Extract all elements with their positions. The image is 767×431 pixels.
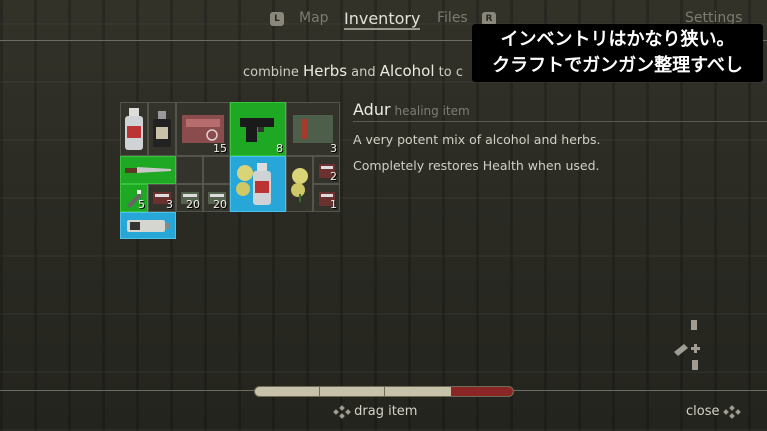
pistol-icon bbox=[240, 118, 274, 142]
item-count: 1 bbox=[330, 198, 337, 211]
controller-hint-icon bbox=[674, 320, 700, 370]
slot-pistol[interactable]: 8 bbox=[230, 102, 286, 156]
hint-alcohol: Alcohol bbox=[379, 62, 435, 80]
slot-knife[interactable] bbox=[120, 156, 176, 184]
drag-item-hint: drag item bbox=[333, 404, 418, 419]
combine-hint: combine Herbs and Alcohol to c bbox=[243, 62, 463, 80]
item-count: 15 bbox=[213, 142, 227, 155]
item-effect: Completely restores Health when used. bbox=[353, 158, 600, 173]
slot-adur-herb-bottle[interactable] bbox=[230, 156, 286, 212]
item-description: A very potent mix of alcohol and herbs. bbox=[353, 132, 601, 147]
adur-herb-bottle-icon bbox=[236, 163, 271, 205]
hint-and: and bbox=[351, 65, 376, 80]
shell-box-icon bbox=[293, 115, 333, 143]
slot-alcohol-bottle[interactable] bbox=[120, 102, 148, 156]
slot-ammo-pack[interactable]: 1 bbox=[313, 184, 340, 212]
video-caption: インベントリはかなり狭い。 クラフトでガンガン整理すべし bbox=[472, 24, 763, 82]
slot-empty[interactable] bbox=[176, 156, 203, 184]
close-hint[interactable]: close bbox=[686, 404, 741, 419]
item-count: 3 bbox=[166, 198, 173, 211]
tab-files[interactable]: Files bbox=[437, 10, 468, 26]
hint-herbs: Herbs bbox=[303, 62, 348, 80]
slot-empty[interactable] bbox=[203, 156, 230, 184]
l-button-icon[interactable]: L bbox=[270, 12, 284, 26]
item-detail-panel: Adur healing item A very potent mix of al… bbox=[353, 100, 767, 174]
inventory-grid: 15 8 3 2 5 3 20 20 1 bbox=[120, 102, 340, 239]
slot-ink-bottle[interactable] bbox=[148, 102, 176, 156]
tab-map[interactable]: Map bbox=[299, 10, 329, 26]
item-count: 8 bbox=[276, 142, 283, 155]
knife-icon bbox=[125, 167, 171, 173]
slot-syringe[interactable]: 5 bbox=[120, 184, 148, 212]
slot-herb-bundle[interactable] bbox=[286, 156, 313, 212]
health-bar bbox=[254, 386, 514, 397]
slot-ammo-box[interactable]: 3 bbox=[148, 184, 176, 212]
caption-line-2: クラフトでガンガン整理すべし bbox=[492, 55, 743, 76]
hint-suffix: to c bbox=[438, 65, 463, 80]
slot-shotgun-shells-box[interactable]: 15 bbox=[176, 102, 230, 156]
battery-icon bbox=[127, 219, 169, 232]
slot-battery[interactable] bbox=[120, 212, 176, 239]
bar-segment bbox=[384, 387, 385, 396]
dpad-icon bbox=[333, 404, 351, 419]
ink-bottle-icon bbox=[153, 111, 171, 147]
hint-text: combine bbox=[243, 65, 299, 80]
alcohol-bottle-icon bbox=[125, 108, 143, 150]
herb-bundle-icon bbox=[290, 168, 308, 202]
item-count: 20 bbox=[213, 198, 227, 211]
slot-ammo-box[interactable]: 20 bbox=[203, 184, 230, 212]
caption-line-1: インベントリはかなり狭い。 bbox=[500, 29, 735, 50]
slot-shell-box[interactable]: 3 bbox=[286, 102, 340, 156]
slot-ammo-pack[interactable]: 2 bbox=[313, 156, 340, 184]
item-count: 2 bbox=[330, 170, 337, 183]
item-name: Adur bbox=[353, 100, 391, 119]
item-count: 20 bbox=[186, 198, 200, 211]
slot-ammo-box[interactable]: 20 bbox=[176, 184, 203, 212]
dpad-icon bbox=[722, 404, 741, 419]
item-type: healing item bbox=[394, 104, 470, 118]
health-bar-danger bbox=[451, 387, 513, 396]
item-count: 3 bbox=[330, 142, 337, 155]
close-label: close bbox=[686, 404, 720, 419]
tab-inventory[interactable]: Inventory bbox=[344, 9, 421, 30]
item-count: 5 bbox=[138, 198, 145, 211]
drag-item-label: drag item bbox=[354, 404, 418, 419]
detail-divider bbox=[353, 121, 767, 122]
bar-segment bbox=[319, 387, 320, 396]
